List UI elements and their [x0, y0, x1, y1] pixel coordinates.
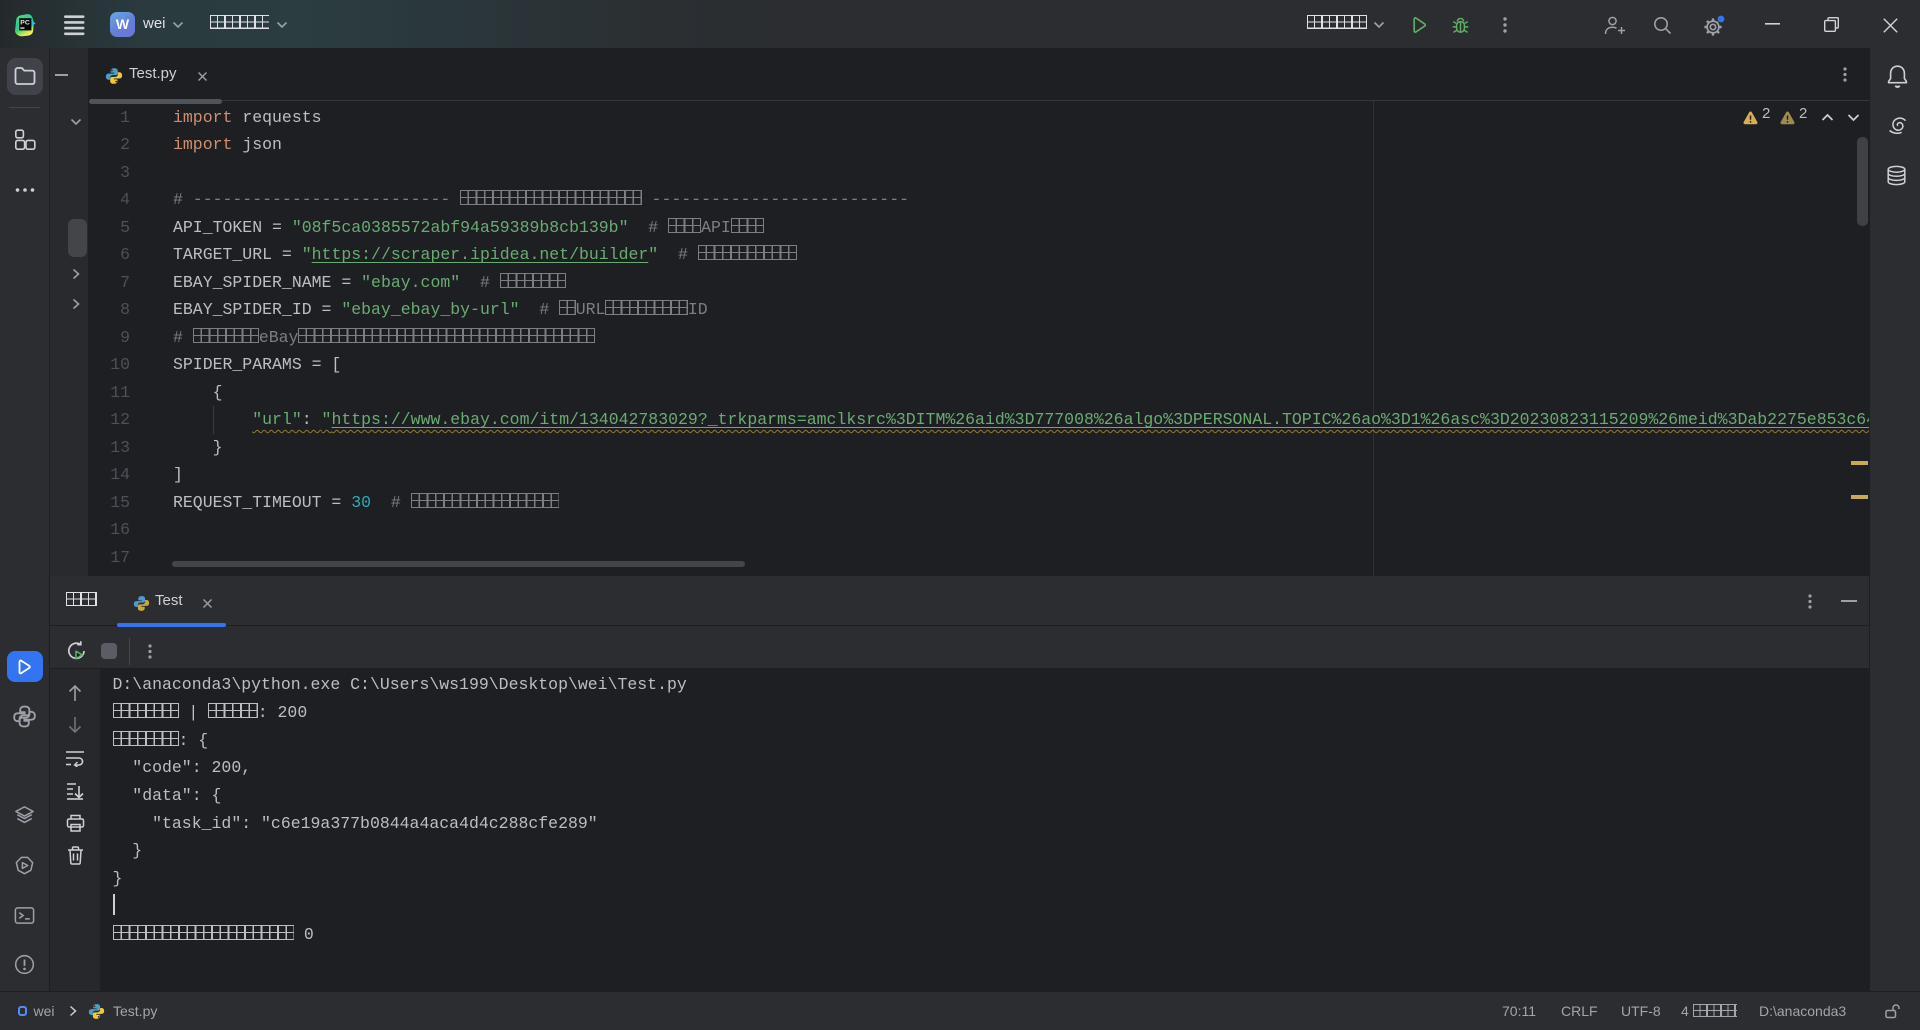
svg-text:PC: PC [20, 19, 30, 26]
